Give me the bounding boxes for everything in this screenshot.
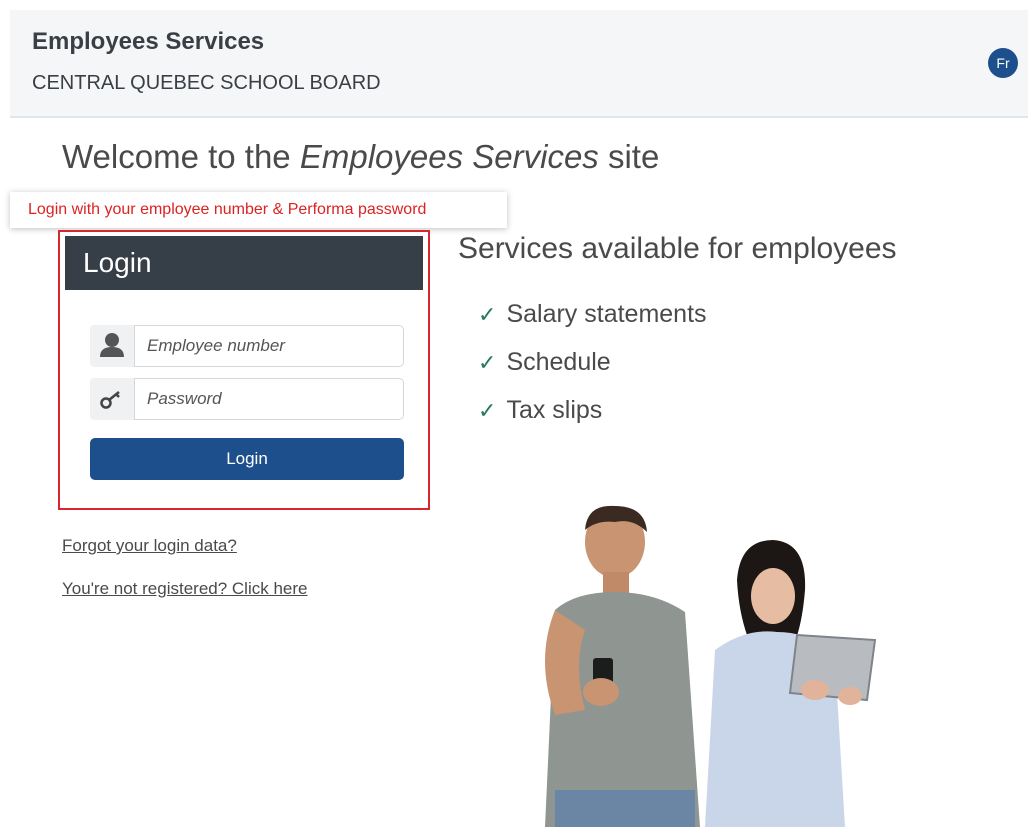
welcome-emphasis: Employees Services — [299, 138, 599, 175]
services-heading: Services available for employees — [458, 232, 897, 265]
service-label: Schedule — [506, 348, 611, 376]
employee-number-input[interactable] — [134, 325, 404, 367]
welcome-heading: Welcome to the Employees Services site — [62, 138, 659, 176]
key-icon — [90, 378, 134, 420]
organization-name: CENTRAL QUEBEC SCHOOL BOARD — [32, 72, 381, 94]
check-icon: ✓ — [478, 302, 497, 327]
login-button[interactable]: Login — [90, 438, 404, 480]
password-input[interactable] — [134, 378, 404, 420]
service-label: Salary statements — [506, 300, 707, 328]
page-header: Employees Services CENTRAL QUEBEC SCHOOL… — [10, 10, 1028, 118]
service-item: ✓ Salary statements — [478, 300, 707, 329]
login-panel: Login Login — [58, 230, 430, 510]
site-title: Employees Services — [32, 28, 265, 55]
welcome-prefix: Welcome to the — [62, 138, 291, 175]
check-icon: ✓ — [478, 350, 497, 375]
login-heading: Login — [65, 236, 423, 290]
service-label: Tax slips — [506, 396, 603, 424]
user-icon — [90, 325, 134, 367]
login-hint-tooltip: Login with your employee number & Perfor… — [10, 192, 507, 228]
service-item: ✓ Schedule — [478, 348, 611, 377]
register-link[interactable]: You're not registered? Click here — [62, 579, 307, 599]
employees-photo — [545, 505, 877, 827]
password-field — [90, 378, 404, 420]
check-icon: ✓ — [478, 398, 497, 423]
employee-number-field — [90, 325, 404, 367]
language-toggle-button[interactable]: Fr — [988, 48, 1018, 78]
service-item: ✓ Tax slips — [478, 396, 602, 425]
welcome-suffix: site — [607, 138, 660, 175]
forgot-login-link[interactable]: Forgot your login data? — [62, 536, 237, 556]
